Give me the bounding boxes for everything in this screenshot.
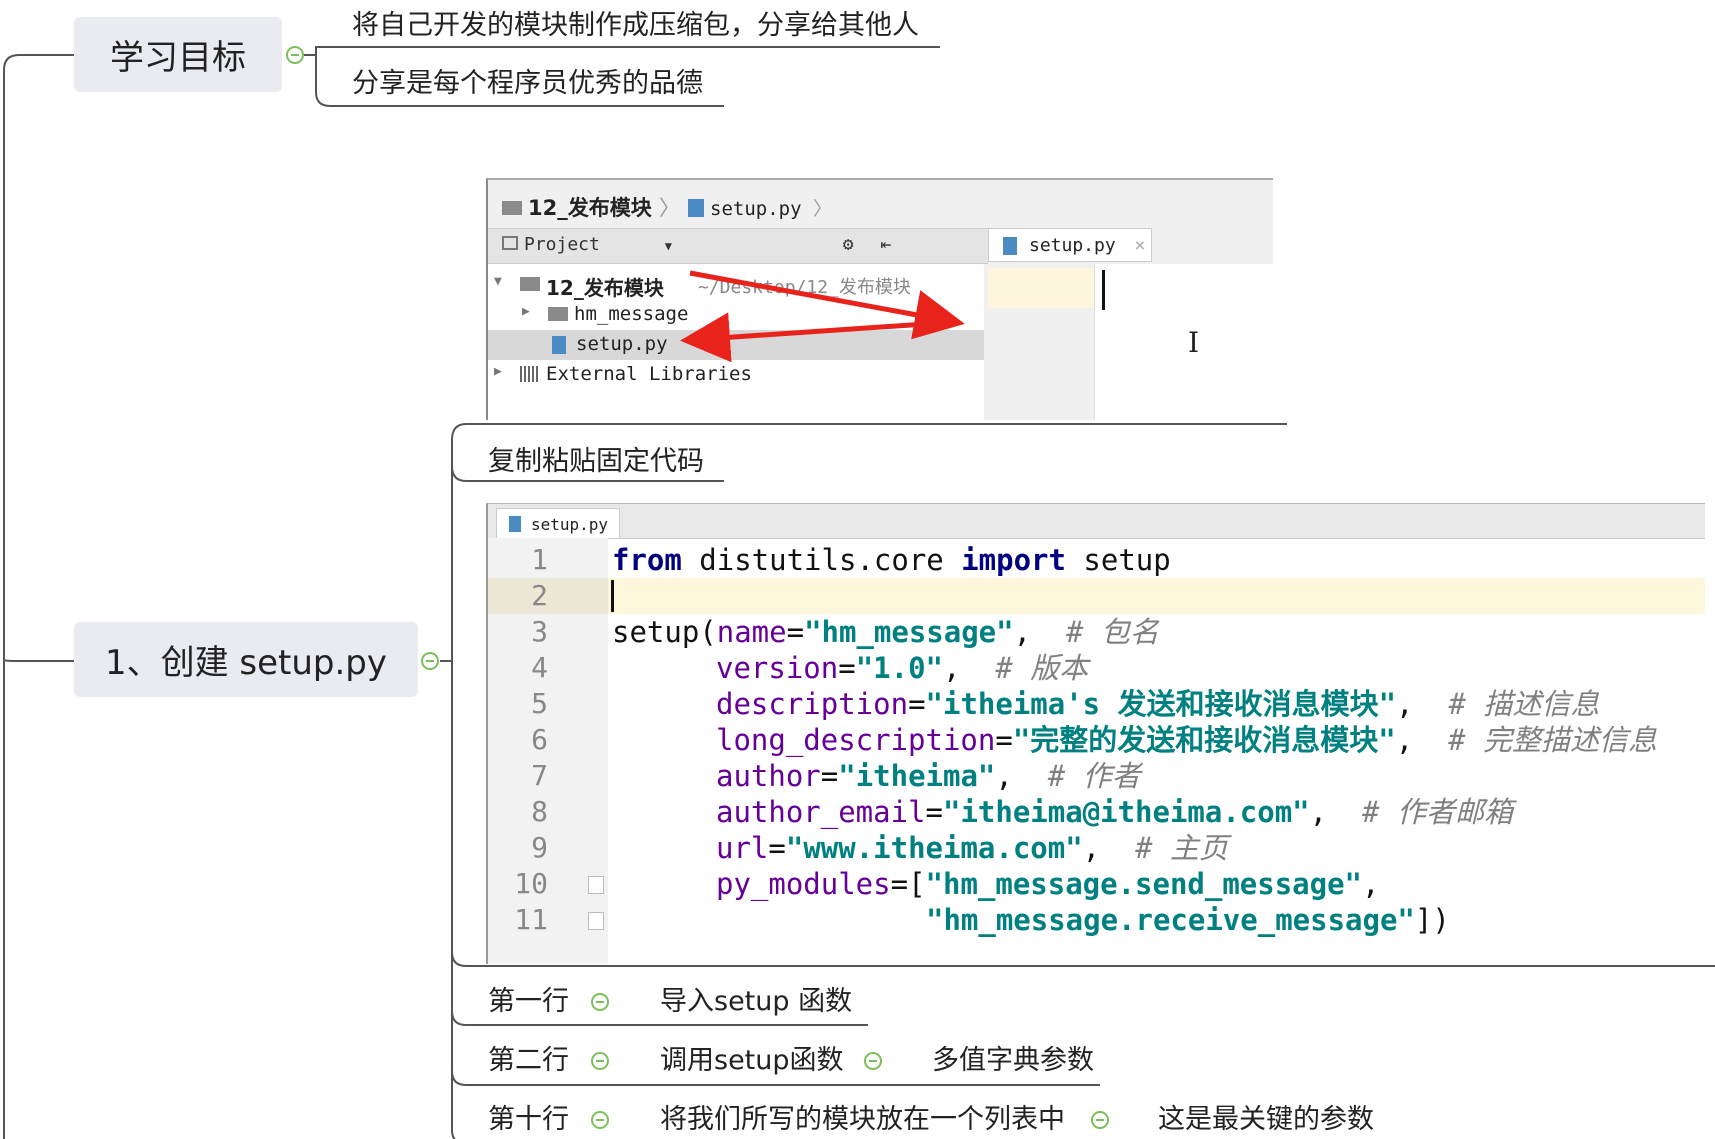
line-number: 6: [531, 723, 548, 756]
code-line-11[interactable]: "hm_message.receive_message"]): [926, 902, 1450, 938]
code-comma: ,: [1013, 615, 1066, 649]
editor-tabbar: [488, 504, 1705, 539]
code-eq: =: [995, 723, 1013, 757]
note-line10-extra[interactable]: 这是最关键的参数: [1158, 1106, 1374, 1133]
note-line2-val[interactable]: 调用setup函数: [660, 1047, 844, 1074]
code-line-3[interactable]: setup(name="hm_message", # 包名: [612, 614, 1159, 650]
line-number: 4: [531, 651, 548, 684]
line-number: 3: [531, 615, 548, 648]
code-comma: ,: [1362, 867, 1380, 901]
note-line2-key[interactable]: 第二行: [488, 1047, 569, 1074]
editor-tab-setup[interactable]: setup.py ×: [496, 508, 620, 553]
kw-from: from: [612, 543, 682, 577]
str-long-description: "完整的发送和接收消息模块": [1012, 723, 1396, 757]
str-name: "hm_message": [804, 615, 1014, 649]
line-number: 1: [531, 543, 548, 576]
current-line-highlight: [608, 578, 1705, 614]
param-long-description: long_description: [716, 723, 996, 757]
step-copy-paste[interactable]: 复制粘贴固定代码: [488, 448, 704, 475]
ide-code-screenshot: setup.py × 1 2 3 4 5 6 7 8 9 10 11 from …: [486, 503, 1705, 964]
code-line-8[interactable]: author_email="itheima@itheima.com", # 作者…: [716, 794, 1513, 830]
collapse-line1-icon[interactable]: [591, 993, 609, 1011]
comment-version: # 版本: [995, 651, 1089, 685]
note-line2-extra[interactable]: 多值字典参数: [932, 1047, 1094, 1074]
code-eq: =: [838, 651, 856, 685]
param-url: url: [716, 831, 769, 865]
collapse-line10b-icon[interactable]: [1091, 1111, 1109, 1129]
comment-name: # 包名: [1065, 615, 1159, 649]
code-line-5[interactable]: description="itheima's 发送和接收消息模块", # 描述信…: [716, 686, 1599, 722]
note-line1-key[interactable]: 第一行: [488, 988, 569, 1015]
line-number: 5: [531, 687, 548, 720]
code-line-4[interactable]: version="1.0", # 版本: [716, 650, 1088, 686]
code-eq: =: [908, 687, 926, 721]
note-line1-val[interactable]: 导入setup 函数: [660, 988, 852, 1015]
code-line-7[interactable]: author="itheima", # 作者: [716, 758, 1141, 794]
line-number: 10: [514, 867, 548, 900]
collapse-create-icon[interactable]: [421, 652, 439, 670]
code-module: distutils.core: [681, 543, 962, 577]
note-line10-val[interactable]: 将我们所写的模块放在一个列表中: [660, 1106, 1065, 1133]
arrow-to-setup-file: [680, 312, 956, 363]
line-number: 9: [531, 831, 548, 864]
collapse-line10-icon[interactable]: [591, 1111, 609, 1129]
editor-tab-label: setup.py: [531, 515, 609, 534]
code-comma: ,: [1082, 831, 1136, 865]
str-receive-message: "hm_message.receive_message": [926, 903, 1415, 937]
param-name: name: [716, 615, 787, 649]
param-py-modules: py_modules: [716, 867, 891, 901]
str-description: "itheima's 发送和接收消息模块": [925, 687, 1397, 721]
kw-import: import: [961, 543, 1066, 577]
param-description: description: [716, 687, 909, 721]
code-close: ]): [1414, 903, 1450, 937]
fold-marker-icon[interactable]: [588, 876, 604, 894]
code-call: setup(: [612, 615, 717, 649]
str-author-email: "itheima@itheima.com": [942, 795, 1310, 829]
code-eq-bracket: =[: [890, 867, 926, 901]
code-comma: ,: [1395, 723, 1449, 757]
arrow-to-editor: [689, 270, 965, 340]
code-eq: =: [768, 831, 786, 865]
comment-url: # 主页: [1135, 831, 1228, 865]
str-author: "itheima": [838, 759, 996, 793]
comment-author-email: # 作者邮箱: [1362, 795, 1513, 829]
collapse-line2-icon[interactable]: [591, 1052, 609, 1070]
collapse-line2b-icon[interactable]: [864, 1052, 882, 1070]
code-comma: ,: [995, 759, 1048, 793]
code-line-1[interactable]: from distutils.core import setup: [612, 542, 1171, 578]
line-number: 2: [531, 579, 548, 612]
str-send-message: "hm_message.send_message": [925, 867, 1363, 901]
param-author: author: [716, 759, 821, 793]
fold-marker-icon[interactable]: [588, 912, 604, 930]
comment-description: # 描述信息: [1448, 687, 1600, 721]
note-line10-key[interactable]: 第十行: [488, 1106, 569, 1133]
code-line-10[interactable]: py_modules=["hm_message.send_message",: [716, 866, 1380, 902]
line-number: 7: [531, 759, 548, 792]
code-comma: ,: [1309, 795, 1363, 829]
code-line-6[interactable]: long_description="完整的发送和接收消息模块", # 完整描述信…: [716, 722, 1657, 758]
code-eq: =: [925, 795, 943, 829]
code-comma: ,: [1396, 687, 1449, 721]
code-comma: ,: [943, 651, 996, 685]
topic-create-setup[interactable]: 1、创建 setup.py: [74, 622, 418, 697]
str-version: "1.0": [855, 651, 943, 685]
code-line-9[interactable]: url="www.itheima.com", # 主页: [716, 830, 1228, 866]
comment-author: # 作者: [1047, 759, 1141, 793]
str-url: "www.itheima.com": [785, 831, 1083, 865]
param-author-email: author_email: [716, 795, 926, 829]
text-caret: [611, 580, 614, 612]
param-version: version: [716, 651, 839, 685]
code-setup-name: setup: [1065, 543, 1171, 577]
line-number: 11: [514, 903, 548, 936]
python-file-icon: [509, 516, 521, 532]
topic-create-setup-text: 1、创建 setup.py: [104, 643, 388, 683]
line-number: 8: [531, 795, 548, 828]
code-eq: =: [786, 615, 805, 649]
comment-long-description: # 完整描述信息: [1448, 723, 1658, 757]
code-eq: =: [820, 759, 839, 793]
